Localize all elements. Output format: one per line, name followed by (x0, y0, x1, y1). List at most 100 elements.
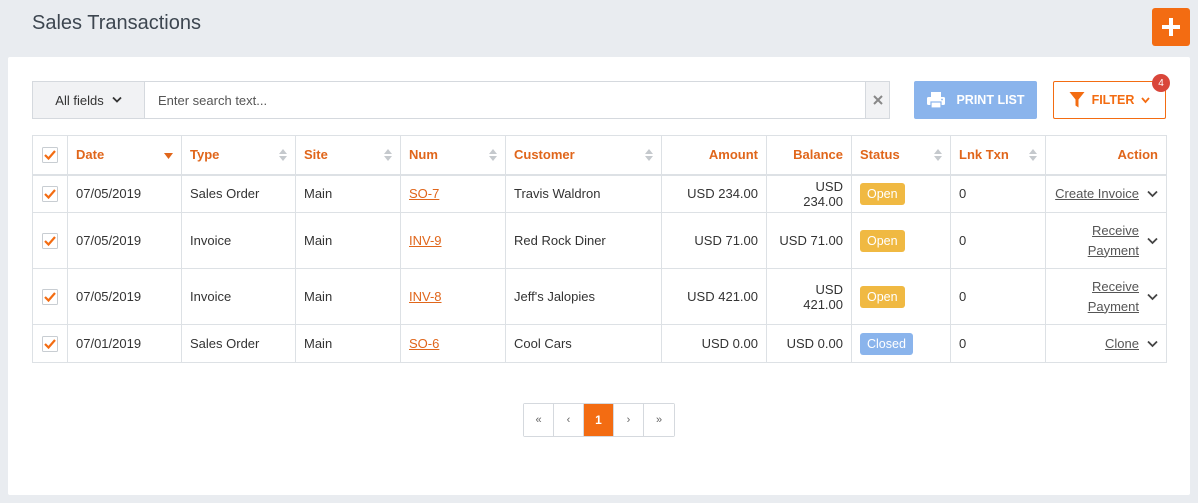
status-cell: Open (851, 268, 951, 325)
site-cell: Main (295, 324, 401, 363)
status-badge: Open (860, 285, 905, 308)
status-cell: Closed (851, 324, 951, 363)
type-cell: Sales Order (181, 174, 296, 213)
filter-count-badge: 4 (1152, 74, 1170, 92)
status-badge: Closed (860, 332, 913, 355)
balance-cell: USD 421.00 (766, 268, 852, 325)
search-bar: All fields (32, 81, 890, 119)
sort-icon (489, 149, 497, 161)
chevron-down-icon[interactable] (1147, 293, 1158, 301)
date-cell: 07/05/2019 (67, 268, 182, 325)
search-field-select[interactable]: All fields (33, 82, 145, 118)
clone-link[interactable]: Clone (1105, 334, 1139, 354)
receive-payment-link[interactable]: Receive Payment (1079, 221, 1139, 261)
column-header-amount[interactable]: Amount (661, 135, 767, 176)
chevron-down-icon[interactable] (1147, 237, 1158, 245)
transactions-card: All fields PRINT LIST FILTER 4 Date (8, 57, 1190, 495)
add-transaction-button[interactable] (1152, 8, 1190, 46)
lnk-txn-cell: 0 (950, 324, 1046, 363)
column-header-num[interactable]: Num (400, 135, 506, 176)
row-checkbox[interactable] (42, 288, 58, 305)
num-link[interactable]: INV-9 (409, 233, 442, 248)
amount-cell: USD 421.00 (661, 268, 767, 325)
num-link[interactable]: SO-6 (409, 336, 439, 351)
receive-payment-link[interactable]: Receive Payment (1079, 277, 1139, 317)
lnk-txn-cell: 0 (950, 268, 1046, 325)
num-cell: SO-6 (400, 324, 506, 363)
status-cell: Open (851, 174, 951, 213)
chevron-down-icon[interactable] (1147, 340, 1158, 348)
action-cell: Create Invoice (1045, 174, 1167, 213)
row-select-cell (32, 174, 68, 213)
last-page-button[interactable]: » (644, 404, 674, 436)
first-page-button[interactable]: « (524, 404, 554, 436)
select-all-checkbox[interactable] (42, 146, 58, 163)
row-checkbox[interactable] (42, 335, 58, 352)
row-select-cell (32, 324, 68, 363)
filter-label: FILTER (1091, 93, 1135, 107)
column-header-type[interactable]: Type (181, 135, 296, 176)
pagination: « ‹ 1 › » (523, 403, 675, 437)
search-field-label: All fields (55, 92, 104, 108)
table-row: 07/05/2019 Sales Order Main SO-7 Travis … (32, 174, 1167, 213)
status-badge: Open (860, 182, 905, 205)
row-checkbox[interactable] (42, 232, 58, 249)
sort-descending-icon (164, 153, 173, 159)
current-page-button[interactable]: 1 (584, 404, 614, 436)
num-cell: SO-7 (400, 174, 506, 213)
sort-icon (934, 149, 942, 161)
print-list-button[interactable]: PRINT LIST (914, 81, 1037, 119)
filter-icon (1069, 92, 1085, 108)
date-cell: 07/01/2019 (67, 324, 182, 363)
chevron-down-icon (112, 96, 122, 103)
page-title: Sales Transactions (32, 12, 201, 34)
table-header-row: Date Type Site Num Customer Amount Balan… (32, 135, 1167, 176)
chevron-down-icon[interactable] (1147, 190, 1158, 198)
column-header-status[interactable]: Status (851, 135, 951, 176)
column-header-action: Action (1045, 135, 1167, 176)
amount-cell: USD 71.00 (661, 212, 767, 269)
column-header-date[interactable]: Date (67, 135, 182, 176)
column-header-site[interactable]: Site (295, 135, 401, 176)
customer-cell: Jeff's Jalopies (505, 268, 662, 325)
filter-button[interactable]: FILTER (1053, 81, 1166, 119)
balance-cell: USD 71.00 (766, 212, 852, 269)
create-invoice-link[interactable]: Create Invoice (1055, 184, 1139, 204)
select-all-header (32, 135, 68, 176)
sort-icon (1029, 149, 1037, 161)
site-cell: Main (295, 174, 401, 213)
sort-icon (645, 149, 653, 161)
customer-cell: Travis Waldron (505, 174, 662, 213)
next-page-button[interactable]: › (614, 404, 644, 436)
chevron-down-icon (1141, 96, 1151, 103)
balance-cell: USD 234.00 (766, 174, 852, 213)
site-cell: Main (295, 212, 401, 269)
date-cell: 07/05/2019 (67, 174, 182, 213)
row-checkbox[interactable] (42, 185, 58, 202)
num-link[interactable]: INV-8 (409, 289, 442, 304)
row-select-cell (32, 212, 68, 269)
num-link[interactable]: SO-7 (409, 186, 439, 201)
search-input[interactable] (145, 82, 865, 118)
prev-page-button[interactable]: ‹ (554, 404, 584, 436)
num-cell: INV-8 (400, 268, 506, 325)
sort-icon (279, 149, 287, 161)
balance-cell: USD 0.00 (766, 324, 852, 363)
table-row: 07/01/2019 Sales Order Main SO-6 Cool Ca… (32, 324, 1167, 363)
action-cell: Receive Payment (1045, 212, 1167, 269)
column-header-customer[interactable]: Customer (505, 135, 662, 176)
sort-icon (384, 149, 392, 161)
customer-cell: Cool Cars (505, 324, 662, 363)
customer-cell: Red Rock Diner (505, 212, 662, 269)
table-row: 07/05/2019 Invoice Main INV-8 Jeff's Jal… (32, 268, 1167, 325)
column-header-lnk-txn[interactable]: Lnk Txn (950, 135, 1046, 176)
plus-icon (1162, 18, 1180, 36)
type-cell: Invoice (181, 212, 296, 269)
clear-search-button[interactable] (865, 82, 889, 118)
close-icon (872, 95, 883, 105)
amount-cell: USD 0.00 (661, 324, 767, 363)
printer-icon (927, 92, 946, 109)
action-cell: Clone (1045, 324, 1167, 363)
status-cell: Open (851, 212, 951, 269)
column-header-balance[interactable]: Balance (766, 135, 852, 176)
